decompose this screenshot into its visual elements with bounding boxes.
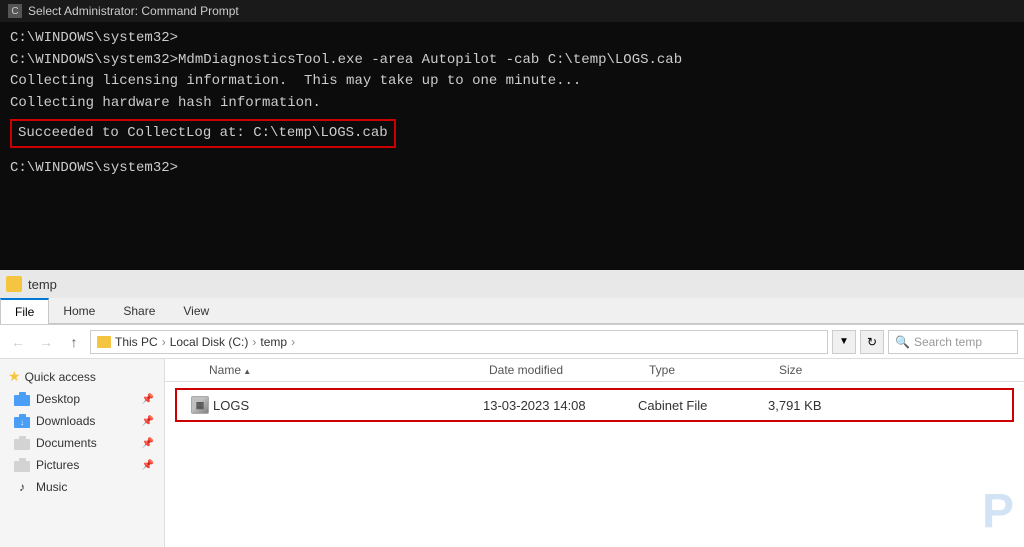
sidebar-item-downloads[interactable]: ↓ Downloads 📌 <box>0 410 164 432</box>
col-header-name[interactable]: Name <box>205 363 485 377</box>
cmd-prompt-line: C:\WINDOWS\system32> <box>10 158 1014 180</box>
up-button[interactable]: ↑ <box>62 330 86 354</box>
sidebar-quick-access[interactable]: ★ Quick access <box>0 365 164 388</box>
watermark: P <box>982 484 1014 539</box>
explorer-window: temp File Home Share View ← → ↑ This PC … <box>0 270 1024 547</box>
file-date: 13-03-2023 14:08 <box>483 398 638 413</box>
file-list-header: Name Date modified Type Size <box>165 359 1024 382</box>
folder-icon-small <box>6 276 22 292</box>
cmd-line-3: Collecting licensing information. This m… <box>10 71 1014 93</box>
tab-home[interactable]: Home <box>49 298 109 323</box>
cmd-success-text: Succeeded to CollectLog at: C:\temp\LOGS… <box>18 125 388 141</box>
pictures-folder-icon <box>14 457 30 473</box>
search-placeholder: Search temp <box>914 335 982 349</box>
quick-access-label: Quick access <box>25 370 96 384</box>
sidebar-item-music[interactable]: ♪ Music <box>0 476 164 498</box>
svg-text:↓: ↓ <box>20 418 24 427</box>
downloads-folder-icon: ↓ <box>14 413 30 429</box>
address-bar: ← → ↑ This PC › Local Disk (C:) › temp ›… <box>0 325 1024 359</box>
cmd-line-1: C:\WINDOWS\system32> <box>10 28 1014 50</box>
path-part-2: Local Disk (C:) <box>170 335 249 349</box>
cmd-titlebar: C Select Administrator: Command Prompt <box>0 0 1024 22</box>
col-header-type[interactable]: Type <box>645 363 775 377</box>
desktop-folder-icon <box>14 391 30 407</box>
ribbon-tabs: File Home Share View <box>0 298 1024 324</box>
downloads-pin-icon: 📌 <box>142 416 154 427</box>
cmd-window: C Select Administrator: Command Prompt C… <box>0 0 1024 270</box>
sidebar-downloads-label: Downloads <box>36 414 136 428</box>
tab-view[interactable]: View <box>169 298 223 323</box>
file-size: 3,791 KB <box>768 398 868 413</box>
documents-pin-icon: 📌 <box>142 438 154 449</box>
explorer-folder-name: temp <box>28 277 57 292</box>
explorer-ribbon: temp File Home Share View <box>0 270 1024 325</box>
cab-file-icon: ▦ <box>187 396 213 414</box>
music-icon: ♪ <box>14 479 30 495</box>
explorer-main: ★ Quick access Desktop 📌 ↓ Downloads 📌 <box>0 359 1024 547</box>
cmd-line-4: Collecting hardware hash information. <box>10 93 1014 115</box>
pictures-pin-icon: 📌 <box>142 460 154 471</box>
search-icon: 🔍 <box>895 335 910 349</box>
tab-share[interactable]: Share <box>109 298 169 323</box>
cmd-icon: C <box>8 4 22 18</box>
sidebar-item-desktop[interactable]: Desktop 📌 <box>0 388 164 410</box>
sidebar: ★ Quick access Desktop 📌 ↓ Downloads 📌 <box>0 359 165 547</box>
sidebar-music-label: Music <box>36 480 154 494</box>
cab-icon-shape: ▦ <box>191 396 209 414</box>
sep-1: › <box>162 335 166 349</box>
file-name: LOGS <box>213 398 483 413</box>
file-type: Cabinet File <box>638 398 768 413</box>
tab-file[interactable]: File <box>0 298 49 324</box>
path-folder-icon <box>97 336 111 348</box>
file-list: Name Date modified Type Size ▦ LOGS 13-0… <box>165 359 1024 547</box>
col-header-date[interactable]: Date modified <box>485 363 645 377</box>
cmd-success-box: Succeeded to CollectLog at: C:\temp\LOGS… <box>10 119 396 149</box>
sidebar-pictures-label: Pictures <box>36 458 136 472</box>
path-part-1: This PC <box>115 335 158 349</box>
col-header-size[interactable]: Size <box>775 363 875 377</box>
sidebar-item-pictures[interactable]: Pictures 📌 <box>0 454 164 476</box>
sep-3: › <box>291 335 295 349</box>
cmd-line-2: C:\WINDOWS\system32>MdmDiagnosticsTool.e… <box>10 50 1014 72</box>
back-button[interactable]: ← <box>6 330 30 354</box>
documents-folder-icon <box>14 435 30 451</box>
file-row-logs[interactable]: ▦ LOGS 13-03-2023 14:08 Cabinet File 3,7… <box>175 388 1014 422</box>
address-dropdown[interactable]: ▼ <box>832 330 856 354</box>
ribbon-top: temp <box>0 270 1024 298</box>
sidebar-documents-label: Documents <box>36 436 136 450</box>
search-box[interactable]: 🔍 Search temp <box>888 330 1018 354</box>
path-part-3: temp <box>260 335 287 349</box>
address-path[interactable]: This PC › Local Disk (C:) › temp › <box>90 330 828 354</box>
cmd-title: Select Administrator: Command Prompt <box>28 4 239 18</box>
desktop-pin-icon: 📌 <box>142 394 154 405</box>
sidebar-desktop-label: Desktop <box>36 392 136 406</box>
refresh-button[interactable]: ↻ <box>860 330 884 354</box>
sep-2: › <box>252 335 256 349</box>
star-icon: ★ <box>8 368 21 385</box>
forward-button[interactable]: → <box>34 330 58 354</box>
sidebar-item-documents[interactable]: Documents 📌 <box>0 432 164 454</box>
cmd-body: C:\WINDOWS\system32> C:\WINDOWS\system32… <box>0 22 1024 186</box>
